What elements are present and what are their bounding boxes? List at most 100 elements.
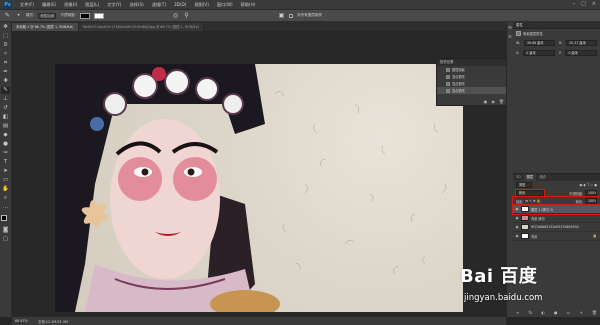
brush-tool-icon[interactable]: ✎ xyxy=(1,87,10,94)
screen-mode-icon[interactable]: ▢ xyxy=(1,236,10,243)
color-swatches[interactable] xyxy=(0,215,11,225)
layer-row[interactable]: ◉ 背景 拷贝 xyxy=(513,214,600,223)
airbrush-icon[interactable]: ⚲ xyxy=(183,12,190,19)
path-select-tool-icon[interactable]: ➤ xyxy=(1,168,10,175)
properties-xy-row: X: 0 厘米 Y: 0 厘米 xyxy=(513,48,600,58)
zoom-tool-icon[interactable]: ⌕ xyxy=(1,195,10,202)
layer-row[interactable]: ◉ 背景 🔒 xyxy=(513,232,600,241)
layer-row[interactable]: ◉ 图层 1 (拷贝 2) xyxy=(512,204,600,215)
opacity-field[interactable]: 100% xyxy=(585,190,597,196)
menu-layer[interactable]: 图层(L) xyxy=(81,2,103,8)
history-brush-tool-icon[interactable]: ↺ xyxy=(1,105,10,112)
type-tool-icon[interactable]: T xyxy=(1,159,10,166)
history-item[interactable]: 混合更改 xyxy=(437,73,507,80)
height-label: H: xyxy=(558,41,563,45)
hand-tool-icon[interactable]: ✋ xyxy=(1,186,10,193)
dodge-tool-icon[interactable]: ● xyxy=(1,141,10,148)
camera-icon[interactable]: ◉ xyxy=(491,99,495,104)
quick-select-tool-icon[interactable]: ✧ xyxy=(1,51,10,58)
history-panel-icon[interactable]: ⟲ xyxy=(508,26,513,31)
canvas-area[interactable]: 历史记录 图层面板 混合更改 混合更改 混合更改 ▣ ◉ 🗑 xyxy=(12,31,508,316)
brush-size-icon[interactable]: • xyxy=(15,12,22,19)
menu-file[interactable]: 文件(F) xyxy=(16,2,38,8)
blur-tool-icon[interactable]: ◆ xyxy=(1,132,10,139)
tab-channels[interactable]: 通道 xyxy=(536,174,549,181)
document-canvas[interactable] xyxy=(55,64,463,312)
menu-image[interactable]: 图像(I) xyxy=(60,2,81,8)
history-item[interactable]: 混合更改 xyxy=(437,80,507,87)
healing-tool-icon[interactable]: ✚ xyxy=(1,78,10,85)
layer-thumbnail xyxy=(521,206,529,212)
lock-label: 锁定: xyxy=(516,199,524,204)
minimize-button[interactable]: – xyxy=(573,1,576,7)
maximize-button[interactable]: □ xyxy=(581,1,586,7)
menu-view[interactable]: 视图(V) xyxy=(190,2,213,8)
gradient-tool-icon[interactable]: ▤ xyxy=(1,123,10,130)
trash-icon[interactable]: 🗑 xyxy=(499,99,504,104)
lasso-tool-icon[interactable]: ᘐ xyxy=(1,42,10,49)
pen-tool-icon[interactable]: ✑ xyxy=(1,150,10,157)
visibility-eye-icon[interactable]: ◉ xyxy=(515,207,519,211)
foreground-color[interactable] xyxy=(0,215,7,221)
foreground-swatch[interactable] xyxy=(80,12,90,19)
layer-lock-row: 锁定: ⊞ ✎ ✥ 🔒 填充: 100% xyxy=(512,196,600,206)
menu-3d[interactable]: 3D(D) xyxy=(170,2,190,7)
tab-3d[interactable]: 3D xyxy=(513,174,524,181)
menu-edit[interactable]: 编辑(E) xyxy=(38,2,60,8)
layer-row[interactable]: ◉ 9f12b6d85152e0527b894934 xyxy=(513,223,600,232)
marquee-tool-icon[interactable]: ⬚ xyxy=(1,33,10,40)
tool-preset-icon[interactable]: ✎ xyxy=(4,12,11,19)
pressure-icon[interactable]: ◎ xyxy=(172,12,179,19)
background-swatch[interactable] xyxy=(94,12,104,19)
menu-type[interactable]: 文字(Y) xyxy=(103,2,125,8)
properties-panel-icon[interactable]: ≡ xyxy=(508,35,513,40)
lock-icons[interactable]: ⊞ ✎ ✥ 🔒 xyxy=(525,199,540,203)
filter-icons[interactable]: ▣ ◐ T ▭ ● xyxy=(579,183,597,187)
more-tools-icon[interactable]: … xyxy=(1,204,10,211)
height-field[interactable]: 20.37 厘米 xyxy=(566,40,597,46)
sample-all-layers-label: 对所有图层取样 xyxy=(297,13,323,17)
visibility-eye-icon[interactable]: ◉ xyxy=(515,225,519,229)
menu-window[interactable]: 窗口(W) xyxy=(213,2,237,8)
blend-mode-select[interactable]: 颜色 xyxy=(515,189,545,197)
y-field[interactable]: 0 厘米 xyxy=(565,50,597,56)
history-step-icon xyxy=(446,81,450,86)
quick-mask-icon[interactable]: ◙ xyxy=(1,227,10,234)
history-item-active[interactable]: 混合更改 xyxy=(437,87,507,94)
tab-layers[interactable]: 图层 xyxy=(523,174,537,181)
lock-icon: 🔒 xyxy=(592,234,597,238)
zoom-level[interactable]: 66.67% xyxy=(15,319,28,323)
photoshop-logo: Ps xyxy=(3,0,12,9)
mode-label: 模式: xyxy=(26,13,35,17)
eyedropper-tool-icon[interactable]: ✒ xyxy=(1,69,10,76)
layer-kind-filter[interactable]: 类型 xyxy=(516,182,532,188)
layer-filter-row: 类型 ▣ ◐ T ▭ ● xyxy=(513,181,600,189)
shape-tool-icon[interactable]: ▭ xyxy=(1,177,10,184)
fill-field[interactable]: 100% xyxy=(585,198,597,204)
width-field[interactable]: 36.68 厘米 xyxy=(524,40,555,46)
tab-document-1[interactable]: 未标题-1 @ 66.7% (图层 1, RGB/8#) xyxy=(12,23,79,31)
x-field[interactable]: 0 厘米 xyxy=(523,50,555,56)
menu-help[interactable]: 帮助(H) xyxy=(237,2,260,8)
move-tool-icon[interactable]: ✥ xyxy=(1,24,10,31)
layer-name: 背景 拷贝 xyxy=(531,216,545,221)
mode-select[interactable]: 线性加深 xyxy=(38,12,57,19)
visibility-eye-icon[interactable]: ◉ xyxy=(515,234,519,238)
menu-filter[interactable]: 滤镜(T) xyxy=(148,2,170,8)
eraser-tool-icon[interactable]: ◧ xyxy=(1,114,10,121)
history-item[interactable]: 图层面板 xyxy=(437,66,507,73)
menu-select[interactable]: 选择(S) xyxy=(125,2,147,8)
window-controls: – □ × xyxy=(573,1,596,7)
close-button[interactable]: × xyxy=(592,1,596,7)
crop-tool-icon[interactable]: ⌗ xyxy=(1,60,10,67)
visibility-eye-icon[interactable]: ◉ xyxy=(515,216,519,220)
tab-document-2[interactable]: 9b45c2110a4e5c1736b5e06142d2d6b2ljpg @ 6… xyxy=(78,23,205,31)
x-label: X: xyxy=(516,51,520,55)
stamp-tool-icon[interactable]: ⊥ xyxy=(1,96,10,103)
fill-label: 填充: xyxy=(575,199,583,204)
new-snapshot-icon[interactable]: ▣ xyxy=(484,99,488,104)
properties-sub-label: 像素图层属性 xyxy=(523,32,543,36)
sample-all-layers-checkbox[interactable] xyxy=(289,13,293,18)
document-info: 文档:12.2M/31.9M xyxy=(37,319,68,324)
sample-icon[interactable]: ▣ xyxy=(278,12,285,19)
